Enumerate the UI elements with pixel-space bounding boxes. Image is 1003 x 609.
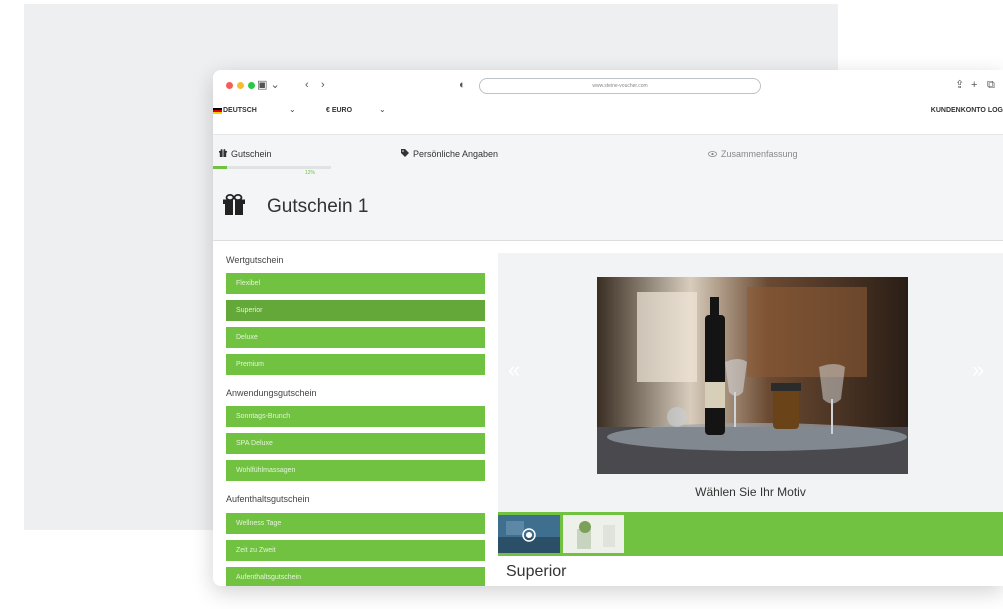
window-controls [226, 82, 255, 89]
sidebar-item-sonntags-brunch[interactable]: Sonntags-Brunch [226, 406, 485, 427]
sidebar-item-spa-deluxe[interactable]: SPA Deluxe [226, 433, 485, 454]
progress-bar [213, 166, 331, 169]
address-bar[interactable]: www.steine-voucher.com [479, 78, 761, 94]
tab-overview-icon[interactable]: ⧉ [987, 78, 995, 92]
carousel-next-button[interactable]: » [972, 357, 984, 383]
sidebar-item-wellness-tage[interactable]: Wellness Tage [226, 513, 485, 534]
account-login-link[interactable]: KUNDENKONTO LOG [931, 107, 1003, 114]
currency-selector[interactable]: € EURO [326, 107, 352, 114]
language-label: DEUTSCH [223, 107, 257, 114]
motif-thumbnail[interactable] [563, 515, 624, 553]
motif-thumbnail-selected[interactable] [498, 515, 560, 553]
tag-icon [401, 149, 409, 159]
step-zusammenfassung[interactable]: Zusammenfassung [708, 149, 798, 159]
sidebar-toggle-icon[interactable]: ▣ ⌄ [257, 78, 280, 92]
share-icon[interactable]: ⇪ [955, 78, 964, 92]
voucher-header: Gutschein 1 [213, 180, 1003, 241]
back-icon[interactable]: ‹ [305, 78, 309, 92]
page-title: Gutschein 1 [267, 196, 369, 217]
sidebar-item-deluxe[interactable]: Deluxe [226, 327, 485, 348]
selected-voucher-title: Superior [506, 563, 567, 580]
carousel-prev-button[interactable]: « [508, 357, 520, 383]
maximize-window-button[interactable] [248, 82, 255, 89]
motif-picker: « » Wählen Sie Ihr Motiv Superior [498, 253, 1003, 586]
browser-window: ▣ ⌄ ‹ › ◐ www.steine-voucher.com ⇪ + ⧉ D… [213, 70, 1003, 586]
language-currency-bar: DEUTSCH ⌄ € EURO ⌄ KUNDENKONTO LOG [213, 102, 1003, 124]
privacy-shield-icon[interactable]: ◐ [459, 78, 466, 92]
checkout-steps: Gutschein Persönliche Angaben Zusammenfa… [213, 134, 1003, 180]
gift-icon [219, 149, 227, 159]
language-selector[interactable]: DEUTSCH [213, 107, 257, 114]
eye-icon [708, 150, 717, 159]
chevron-down-icon[interactable]: ⌄ [289, 105, 296, 114]
step-persoenliche-angaben[interactable]: Persönliche Angaben [401, 149, 498, 159]
group-label-wertgutschein: Wertgutschein [226, 255, 284, 265]
forward-icon[interactable]: › [321, 78, 325, 92]
group-label-anwendungsgutschein: Anwendungsgutschein [226, 388, 317, 398]
minimize-window-button[interactable] [237, 82, 244, 89]
close-window-button[interactable] [226, 82, 233, 89]
progress-percentage: 12% [305, 170, 316, 176]
sidebar-item-premium[interactable]: Premium [226, 354, 485, 375]
sidebar-item-wohlfuehlmassagen[interactable]: Wohlfühlmassagen [226, 460, 485, 481]
motif-carousel: « » Wählen Sie Ihr Motiv [498, 253, 1003, 512]
step-gutschein[interactable]: Gutschein [219, 149, 272, 159]
step-label: Gutschein [231, 149, 272, 159]
new-tab-icon[interactable]: + [971, 78, 977, 92]
motif-image [597, 277, 908, 474]
sidebar-item-zeit-zu-zweit[interactable]: Zeit zu Zweit [226, 540, 485, 561]
sidebar-item-flexibel[interactable]: Flexibel [226, 273, 485, 294]
step-label: Zusammenfassung [721, 149, 798, 159]
motif-caption: Wählen Sie Ihr Motiv [695, 485, 806, 499]
browser-titlebar: ▣ ⌄ ‹ › ◐ www.steine-voucher.com ⇪ + ⧉ [213, 70, 1003, 102]
step-label: Persönliche Angaben [413, 149, 499, 159]
progress-bar-fill [213, 166, 228, 169]
voucher-category-sidebar: Wertgutschein Flexibel Superior Deluxe P… [213, 241, 498, 586]
sidebar-item-aufenthaltsgutschein[interactable]: Aufenthaltsgutschein [226, 567, 485, 586]
group-label-aufenthaltsgutschein: Aufenthaltsgutschein [226, 494, 310, 504]
german-flag-icon [213, 107, 222, 114]
motif-thumbnail-strip [498, 512, 1003, 556]
gift-icon [223, 194, 245, 216]
chevron-down-icon[interactable]: ⌄ [379, 105, 386, 114]
sidebar-item-superior[interactable]: Superior [226, 300, 485, 321]
